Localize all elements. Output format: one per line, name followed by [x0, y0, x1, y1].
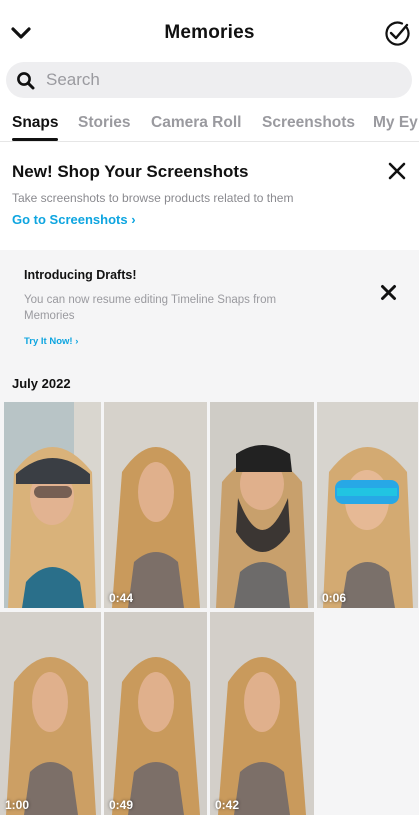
snap-image [4, 402, 101, 608]
search-icon [17, 72, 35, 90]
snaps-grid: 0:44 0:06 1:00 0:49 0:42 [0, 400, 419, 815]
snap-thumbnail[interactable]: 0:42 [210, 612, 314, 815]
tab-my-eyes-only[interactable]: My Ey [373, 114, 418, 132]
snap-duration: 0:06 [322, 591, 347, 605]
snap-image [210, 612, 314, 815]
search-input[interactable] [46, 62, 396, 98]
snap-image [0, 612, 101, 815]
shop-screenshots-banner: New! Shop Your Screenshots Take screensh… [0, 148, 419, 248]
tab-snaps[interactable]: Snaps [12, 114, 59, 132]
snap-image [104, 402, 207, 608]
snap-thumbnail[interactable] [210, 402, 314, 608]
snap-thumbnail[interactable]: 0:44 [104, 402, 207, 608]
active-tab-indicator [12, 138, 58, 141]
snap-duration: 1:00 [5, 798, 30, 812]
memories-tabs: Snaps Stories Camera Roll Screenshots My… [0, 108, 419, 142]
drafts-banner-title: Introducing Drafts! [24, 268, 137, 282]
select-check-icon[interactable] [383, 19, 411, 47]
snap-image [104, 612, 207, 815]
snap-thumbnail[interactable]: 0:06 [317, 402, 418, 608]
header: Memories [0, 0, 419, 62]
try-it-now-link[interactable]: Try It Now! › [24, 336, 78, 347]
tab-screenshots[interactable]: Screenshots [262, 114, 355, 132]
drafts-banner: Introducing Drafts! You can now resume e… [0, 252, 419, 362]
shop-banner-title: New! Shop Your Screenshots [12, 162, 249, 181]
snap-thumbnail[interactable]: 0:49 [104, 612, 207, 815]
snap-thumbnail[interactable] [4, 402, 101, 608]
shop-banner-subtitle: Take screenshots to browse products rela… [12, 191, 294, 205]
snap-image [317, 402, 418, 608]
snap-thumbnail[interactable]: 1:00 [0, 612, 101, 815]
close-icon[interactable] [380, 284, 397, 301]
page-title: Memories [164, 22, 255, 43]
tab-stories[interactable]: Stories [78, 114, 131, 132]
close-icon[interactable] [387, 161, 407, 181]
section-date-header: July 2022 [12, 376, 71, 391]
drafts-banner-subtitle: You can now resume editing Timeline Snap… [24, 294, 277, 322]
snap-image [210, 402, 314, 608]
snap-duration: 0:44 [109, 591, 134, 605]
tab-camera-roll[interactable]: Camera Roll [151, 114, 241, 132]
snap-duration: 0:49 [109, 798, 134, 812]
go-to-screenshots-link[interactable]: Go to Screenshots › [12, 212, 136, 227]
snap-duration: 0:42 [215, 798, 240, 812]
search-bar[interactable] [6, 62, 412, 98]
